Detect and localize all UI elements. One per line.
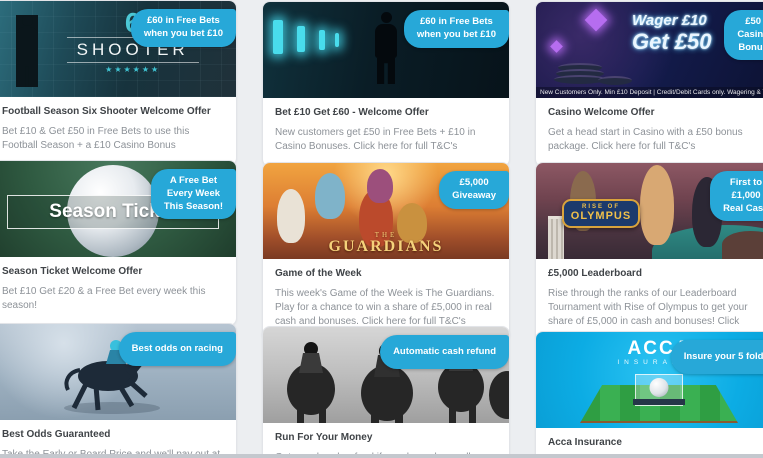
- promo-badge: £60 in Free Bets when you bet £10: [404, 10, 509, 48]
- card-body: Football Season Six Shooter Welcome Offe…: [0, 97, 236, 165]
- stadium-tunnel-image: £60 in Free Bets when you bet £10: [263, 2, 509, 98]
- promo-badge: £60 in Free Bets when you bet £10: [131, 9, 236, 47]
- guardians-logo-name: GUARDIANS: [329, 239, 444, 255]
- card-body: Bet £10 Get £60 - Welcome Offer New cust…: [263, 98, 509, 166]
- rock-decoration: [722, 231, 763, 259]
- promotions-page: 6 SHOOTER ★★★★★★ £60 in Free Bets when y…: [0, 0, 763, 458]
- promo-card-season-ticket[interactable]: Season Ticket A Free Bet Every Week This…: [0, 160, 237, 326]
- promo-description: New customers get £50 in Free Bets + £10…: [275, 126, 497, 154]
- guardians-game-image: THE GUARDIANS £5,000 Giveaway: [263, 163, 509, 259]
- greek-column-decoration: [548, 216, 564, 259]
- guardians-logo: THE GUARDIANS: [329, 231, 444, 255]
- card-body: Best Odds Guaranteed Take the Early or B…: [0, 420, 236, 458]
- promo-badge: Automatic cash refund: [380, 335, 509, 369]
- promo-description: Rise through the ranks of our Leaderboar…: [548, 287, 763, 329]
- horse-racing-image: Best odds on racing: [0, 324, 236, 420]
- promo-description: Bet £10 Get £20 & a Free Bet every week …: [2, 285, 224, 313]
- acca-insurance-image: ACCA INSURANCE Insure your 5 fold+: [536, 332, 763, 428]
- promo-title: Best Odds Guaranteed: [2, 429, 224, 442]
- card-body: Season Ticket Welcome Offer Bet £10 Get …: [0, 257, 236, 325]
- promo-badge: Best odds on racing: [119, 332, 236, 366]
- terms-smallprint: New Customers Only. Min £10 Deposit | Cr…: [536, 87, 763, 98]
- player-silhouette: [375, 12, 397, 84]
- promo-badge: £50 Casino Bonus: [724, 10, 763, 60]
- person-silhouette: [16, 15, 38, 87]
- card-body: Run For Your Money Get a real cash refun…: [263, 423, 509, 458]
- card-body: Casino Welcome Offer Get a head start in…: [536, 98, 763, 166]
- promo-title: Casino Welcome Offer: [548, 107, 763, 120]
- season-ticket-image: Season Ticket A Free Bet Every Week This…: [0, 161, 236, 257]
- promo-card-leaderboard[interactable]: RISE OF OLYMPUS First to £1,000 Real Cas…: [535, 162, 763, 342]
- stars-decoration: ★★★★★★: [67, 65, 199, 74]
- promo-card-game-of-the-week[interactable]: THE GUARDIANS £5,000 Giveaway Game of th…: [262, 162, 510, 342]
- promo-badge: First to £1,000 Real Cash: [710, 171, 763, 221]
- glass-case-decoration: [635, 374, 683, 406]
- rise-of-olympus-logo: RISE OF OLYMPUS: [562, 199, 640, 228]
- case-base-decoration: [633, 399, 685, 405]
- rise-of-olympus-image: RISE OF OLYMPUS First to £1,000 Real Cas…: [536, 163, 763, 259]
- gem-decoration: [585, 9, 608, 32]
- promo-card-six-shooter[interactable]: 6 SHOOTER ★★★★★★ £60 in Free Bets when y…: [0, 0, 237, 166]
- get-line: Get £50: [632, 29, 712, 54]
- promo-card-acca-insurance[interactable]: ACCA INSURANCE Insure your 5 fold+ Acca …: [535, 331, 763, 458]
- promo-card-casino-welcome[interactable]: Wager £10 Get £50 New Customers Only. Mi…: [535, 1, 763, 167]
- character-decoration: [367, 169, 393, 203]
- promo-description: Get a head start in Casino with a £50 bo…: [548, 126, 763, 154]
- football-decoration: [650, 378, 669, 397]
- promo-title: Acca Insurance: [548, 437, 763, 450]
- zeus-silhouette: [640, 165, 674, 245]
- promo-card-best-odds[interactable]: Best odds on racing Best Odds Guaranteed…: [0, 323, 237, 458]
- glow-light-decoration: [273, 20, 283, 54]
- promo-title: Game of the Week: [275, 268, 497, 281]
- promo-badge: A Free Bet Every Week This Season!: [151, 169, 236, 219]
- promo-card-bet10-get60[interactable]: £60 in Free Bets when you bet £10 Bet £1…: [262, 1, 510, 167]
- glow-light-decoration: [319, 30, 325, 50]
- horizontal-scrollbar[interactable]: [0, 454, 763, 458]
- promo-title: Bet £10 Get £60 - Welcome Offer: [275, 107, 497, 120]
- promo-description: Bet £10 & Get £50 in Free Bets to use th…: [2, 125, 224, 153]
- card-body: £5,000 Leaderboard Rise through the rank…: [536, 259, 763, 341]
- promo-description: This week's Game of the Week is The Guar…: [275, 287, 497, 329]
- chip-decoration: [598, 76, 632, 85]
- wager-offer-text: Wager £10 Get £50: [632, 12, 712, 55]
- wager-line: Wager £10: [632, 12, 712, 29]
- logo-olympus-text: OLYMPUS: [564, 210, 638, 222]
- six-shooter-image: 6 SHOOTER ★★★★★★ £60 in Free Bets when y…: [0, 1, 236, 97]
- promo-badge: £5,000 Giveaway: [439, 171, 509, 209]
- promo-title: £5,000 Leaderboard: [548, 268, 763, 281]
- promo-card-run-for-your-money[interactable]: Automatic cash refund Run For Your Money…: [262, 326, 510, 458]
- glow-light-decoration: [297, 26, 305, 52]
- horses-rear-image: Automatic cash refund: [263, 327, 509, 423]
- promo-badge: Insure your 5 fold+: [671, 340, 763, 374]
- gem-decoration: [550, 40, 563, 53]
- glow-light-decoration: [335, 33, 339, 47]
- promo-title: Football Season Six Shooter Welcome Offe…: [2, 106, 224, 119]
- casino-image: Wager £10 Get £50 New Customers Only. Mi…: [536, 2, 763, 98]
- character-decoration: [315, 173, 345, 219]
- character-decoration: [277, 189, 305, 243]
- promo-title: Season Ticket Welcome Offer: [2, 266, 224, 279]
- promo-title: Run For Your Money: [275, 432, 497, 445]
